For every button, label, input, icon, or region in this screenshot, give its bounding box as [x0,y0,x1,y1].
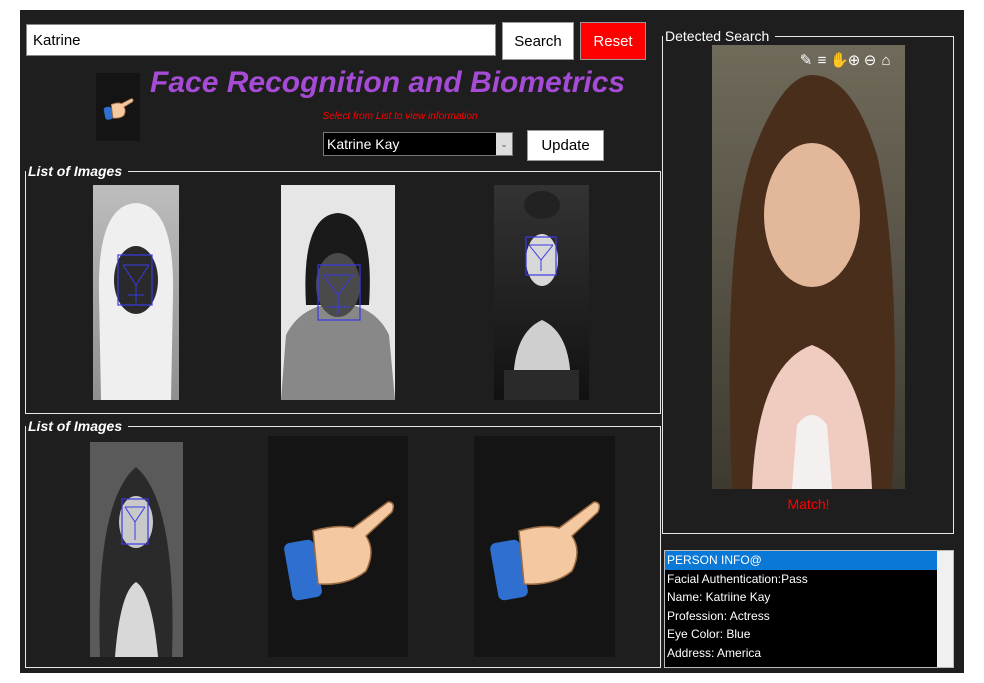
match-status: Match! [787,496,830,512]
face-landmarks [98,203,174,400]
image-thumb-5[interactable] [268,436,408,657]
person-info-line[interactable]: PERSON INFO@ [665,551,953,570]
image-thumb-4[interactable] [90,442,183,657]
image-group-2-legend: List of Images [28,418,123,434]
search-input[interactable] [26,24,496,56]
app-title: Face Recognition and Biometrics [150,66,626,99]
face-landmarks [99,467,173,657]
chevron-down-icon[interactable]: ⌄ [496,133,512,155]
detected-image[interactable] [712,45,905,489]
person-info-line[interactable]: Eye Color: Blue [665,625,953,644]
zoom-out-icon[interactable]: ⊖ [862,52,878,70]
select-hint: Select from List to view information [322,111,478,122]
scrollbar[interactable] [937,551,953,667]
person-info-line[interactable]: Address: America [665,644,953,663]
person-select[interactable]: Katrine Kay ⌄ [323,132,513,156]
person-info-line[interactable]: Facial Authentication:Pass [665,570,953,589]
image-thumb-2[interactable] [281,185,395,400]
person-select-value: Katrine Kay [327,136,400,152]
image-thumb-1[interactable] [93,185,179,400]
pointing-hand-icon [103,98,134,120]
pan-hand-icon[interactable]: ✋ [830,52,849,70]
person-info-line[interactable]: Profession: Actress [665,607,953,626]
search-button[interactable]: Search [502,22,574,60]
list-icon[interactable]: ≡ [814,52,830,70]
app-logo [96,73,140,141]
reset-button[interactable]: Reset [580,22,646,60]
person-info-line[interactable]: Name: Katriine Kay [665,588,953,607]
detected-face-photo [729,75,895,489]
image-group-1-legend: List of Images [28,163,123,179]
zoom-in-icon[interactable]: ⊕ [846,52,862,70]
image-thumb-6[interactable] [474,436,615,657]
image-toolbar: ✎ ≡ ✋⊕ ⊖ ⌂ [798,52,908,72]
face-landmarks [504,191,579,400]
pointing-hand-icon [490,501,601,601]
image-thumb-3[interactable] [494,185,589,400]
person-info-list[interactable]: PERSON INFO@ Facial Authentication:Pass … [664,550,954,668]
edit-icon[interactable]: ✎ [798,52,814,70]
detected-search-legend: Detected Search [665,28,770,44]
pointing-hand-icon [284,501,395,601]
update-button[interactable]: Update [527,130,604,161]
home-icon[interactable]: ⌂ [878,52,894,70]
face-landmarks [281,213,395,400]
